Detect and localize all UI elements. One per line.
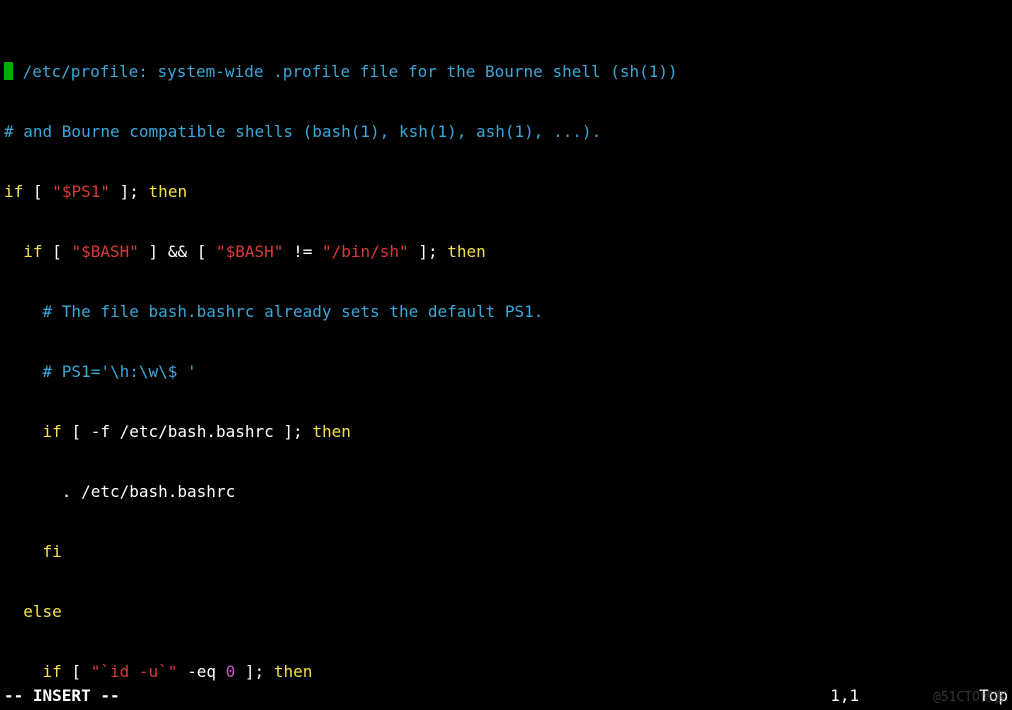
code-line: fi: [4, 542, 1008, 562]
vim-editor[interactable]: /etc/profile: system-wide .profile file …: [0, 0, 1012, 710]
code-line: if [ -f /etc/bash.bashrc ]; then: [4, 422, 1008, 442]
code-line: # The file bash.bashrc already sets the …: [4, 302, 1008, 322]
code-line: . /etc/bash.bashrc: [4, 482, 1008, 502]
code-line: if [ "$PS1" ]; then: [4, 182, 1008, 202]
code-line: if [ "`id -u`" -eq 0 ]; then: [4, 662, 1008, 682]
code-line: # and Bourne compatible shells (bash(1),…: [4, 122, 1008, 142]
vim-mode: -- INSERT --: [4, 686, 120, 706]
cursor: [4, 62, 13, 80]
code-line: # PS1='\h:\w\$ ': [4, 362, 1008, 382]
watermark: @51CTO博客: [933, 688, 1006, 708]
code-line: if [ "$BASH" ] && [ "$BASH" != "/bin/sh"…: [4, 242, 1008, 262]
code-line: else: [4, 602, 1008, 622]
code-line: /etc/profile: system-wide .profile file …: [4, 62, 1008, 82]
vim-status-bar: -- INSERT -- 1,1 Top: [4, 686, 1008, 706]
